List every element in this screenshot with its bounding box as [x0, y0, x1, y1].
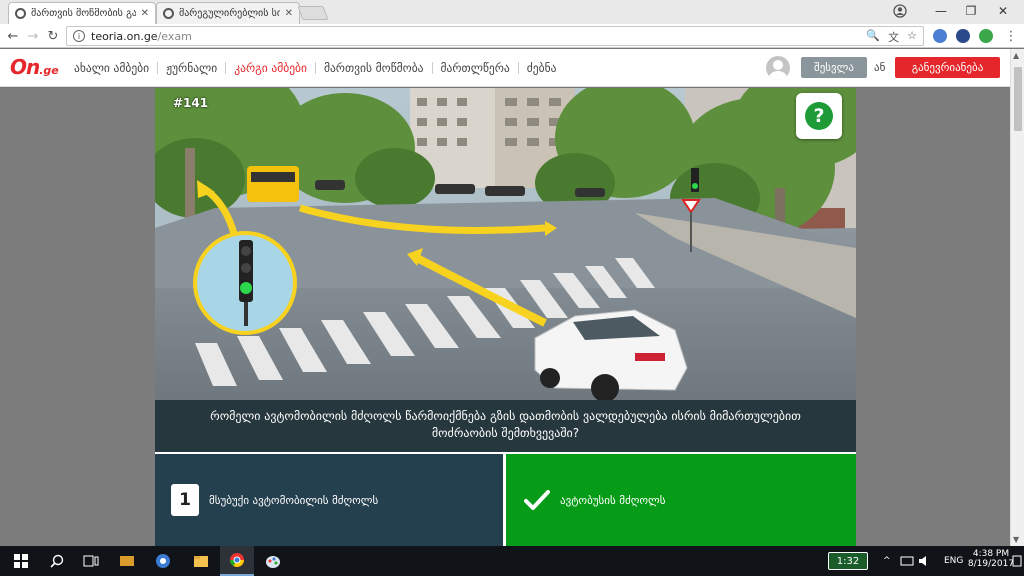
nav-search[interactable]: ძებნა [517, 62, 565, 74]
clock-date: 8/19/2017 [967, 559, 1015, 569]
windows-taskbar: 1:32 ^ ENG 4:38 PM 8/19/2017 [0, 546, 1024, 576]
browser-menu-icon[interactable]: ⋮ [1002, 27, 1020, 45]
or-label: ან [874, 61, 886, 74]
back-icon[interactable]: ← [4, 27, 22, 45]
close-tab-icon[interactable]: ✕ [285, 8, 293, 19]
reload-icon[interactable]: ↻ [44, 27, 62, 45]
minimize-icon[interactable]: — [928, 2, 954, 20]
site-logo[interactable]: On.ge [10, 55, 59, 79]
file-explorer-icon[interactable] [184, 546, 218, 576]
help-button[interactable]: ? [796, 93, 842, 139]
url-host: teoria.on.ge [91, 29, 158, 43]
nav-news[interactable]: ახალი ამბები [66, 62, 157, 74]
page-scrollbar[interactable]: ▲ ▼ [1010, 49, 1024, 546]
page-content: #141 ? რომელი ავტომობილის მძღოლს წარმოიქ… [0, 88, 1010, 546]
nav-magazine[interactable]: ჟურნალი [157, 62, 225, 74]
site-favicon-icon [15, 8, 26, 19]
browser-tab-bar: მართვის მოწმობის გამოცდა ✕ მარეგულირებლი… [0, 0, 1024, 24]
site-favicon-icon [163, 8, 174, 19]
chrome-icon[interactable] [220, 546, 254, 576]
language-indicator[interactable]: ENG [944, 546, 963, 576]
intersection-scene [155, 88, 856, 400]
translate-icon[interactable]: 文 [888, 29, 899, 45]
bookmark-star-icon[interactable]: ☆ [907, 29, 917, 45]
answer-number: 1 [171, 484, 199, 516]
site-info-icon[interactable]: i [73, 30, 85, 42]
answer-label: მსუბუქი ავტომობილის მძღოლს [209, 493, 379, 507]
browser-toolbar: ← → ↻ i teoria.on.ge /exam 🔍 文 ☆ ⋮ [0, 24, 1024, 48]
checkmark-icon [524, 490, 550, 510]
scroll-up-icon[interactable]: ▲ [1013, 51, 1019, 60]
answer-option-2[interactable]: ავტობუსის მძღოლს [506, 454, 856, 546]
user-avatar-icon[interactable] [766, 56, 790, 80]
question-mark-icon: ? [805, 102, 833, 130]
tab-title: მარეგულირებლის სიგნალები [179, 8, 280, 19]
address-bar[interactable]: i teoria.on.ge /exam 🔍 文 ☆ [66, 26, 924, 46]
question-image: #141 ? [155, 88, 856, 400]
tab-title: მართვის მოწმობის გამოცდა [31, 8, 136, 19]
close-tab-icon[interactable]: ✕ [141, 8, 149, 19]
nav-good-news[interactable]: კარგი ამბები [225, 62, 315, 74]
answer-label: ავტობუსის მძღოლს [560, 493, 666, 507]
clock-time: 4:38 PM [972, 549, 1010, 559]
profile-icon[interactable] [893, 4, 907, 18]
extension-account-icon[interactable] [956, 29, 970, 43]
zoom-icon[interactable]: 🔍 [866, 29, 880, 45]
window-close-icon[interactable]: ✕ [990, 2, 1016, 20]
login-button[interactable]: შესვლა [801, 57, 867, 78]
forward-icon[interactable]: → [24, 27, 42, 45]
tab-signals[interactable]: მარეგულირებლის სიგნალები ✕ [156, 2, 300, 24]
notifications-icon[interactable] [1012, 555, 1022, 567]
answer-list: 1 მსუბუქი ავტომობილის მძღოლს ავტობუსის მ… [155, 452, 856, 546]
exam-card: #141 ? რომელი ავტომობილის მძღოლს წარმოიქ… [155, 88, 856, 546]
nav-driving-license[interactable]: მართვის მოწმობა [314, 62, 432, 74]
system-clock[interactable]: 4:38 PM 8/19/2017 [966, 549, 1016, 569]
volume-icon[interactable] [918, 555, 932, 567]
battery-indicator[interactable]: 1:32 [828, 552, 868, 570]
site-header: On.ge ახალი ამბები ჟურნალი კარგი ამბები … [0, 49, 1010, 87]
url-path: /exam [157, 29, 192, 43]
tab-exam[interactable]: მართვის მოწმობის გამოცდა ✕ [8, 2, 156, 24]
register-button[interactable]: განევრიანება [895, 57, 1000, 78]
nav-spelling[interactable]: მართლწერა [431, 62, 518, 74]
search-icon[interactable] [40, 546, 74, 576]
question-text: რომელი ავტომობილის მძღოლს წარმოიქმნება გ… [155, 400, 856, 452]
scroll-thumb[interactable] [1014, 67, 1022, 131]
app-icon[interactable] [110, 546, 144, 576]
answer-option-1[interactable]: 1 მსუბუქი ავტომობილის მძღოლს [155, 454, 503, 546]
new-tab-button[interactable] [297, 6, 329, 20]
logo-ge: .ge [39, 64, 59, 77]
question-number: #141 [173, 96, 209, 110]
logo-on: On [10, 55, 40, 79]
scroll-down-icon[interactable]: ▼ [1013, 535, 1019, 544]
paint-icon[interactable] [256, 546, 290, 576]
main-nav: ახალი ამბები ჟურნალი კარგი ამბები მართვი… [66, 49, 564, 87]
network-icon[interactable] [900, 555, 914, 567]
extension-blue-icon[interactable] [933, 29, 947, 43]
task-view-icon[interactable] [74, 546, 108, 576]
app-icon[interactable] [146, 546, 180, 576]
tray-chevron-icon[interactable]: ^ [883, 546, 891, 576]
windows-start-icon[interactable] [4, 546, 38, 576]
extension-green-icon[interactable] [979, 29, 993, 43]
restore-icon[interactable]: ❐ [958, 2, 984, 20]
